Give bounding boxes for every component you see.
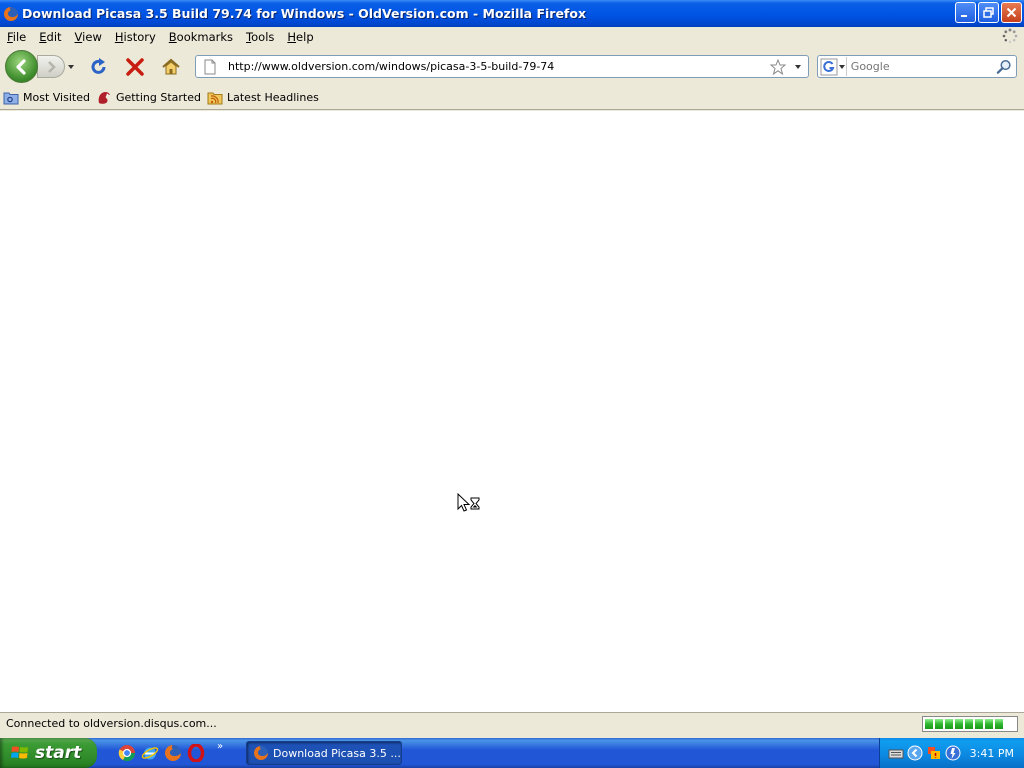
taskbar-window-firefox[interactable]: Download Picasa 3.5 ... (246, 741, 402, 765)
clock: 3:41 PM (969, 746, 1014, 760)
windows-logo-icon (11, 746, 28, 759)
bookmark-latest-headlines[interactable]: Latest Headlines (207, 90, 319, 106)
menu-help[interactable]: Help (280, 30, 319, 44)
menu-view[interactable]: View (68, 30, 108, 44)
system-tray: 3:41 PM (879, 738, 1024, 768)
search-engine-selector[interactable] (820, 57, 847, 76)
progress-segment (995, 719, 1003, 729)
window-title: Download Picasa 3.5 Build 79.74 for Wind… (22, 6, 587, 21)
search-input[interactable] (846, 57, 996, 76)
search-icon[interactable] (996, 58, 1013, 76)
search-bar (817, 55, 1017, 78)
firefox-icon (254, 746, 268, 760)
history-dropdown-icon[interactable] (66, 63, 76, 71)
folder-icon (3, 92, 19, 104)
restore-icon (983, 7, 994, 18)
opera-quicklaunch-icon[interactable] (187, 744, 205, 762)
url-text[interactable]: http://www.oldversion.com/windows/picasa… (228, 60, 770, 73)
forward-button[interactable] (37, 55, 65, 78)
page-content[interactable] (0, 111, 1024, 712)
title-bar: Download Picasa 3.5 Build 79.74 for Wind… (0, 0, 1024, 27)
search-engine-dropdown-icon (839, 64, 845, 69)
firefox-bookmark-icon (98, 91, 110, 104)
bookmark-star-icon[interactable] (770, 58, 786, 75)
progress-meter (922, 716, 1018, 732)
page-icon (204, 59, 216, 74)
throbber-icon (1002, 28, 1018, 44)
close-icon (1006, 7, 1017, 18)
progress-segment (955, 719, 963, 729)
url-dropdown-icon[interactable] (794, 63, 802, 71)
progress-segment (975, 719, 983, 729)
menu-bookmarks[interactable]: Bookmarks (162, 30, 239, 44)
progress-segment (985, 719, 993, 729)
start-label: start (35, 743, 82, 763)
menu-history[interactable]: History (108, 30, 162, 44)
busy-cursor-icon (457, 493, 480, 512)
reload-button[interactable] (88, 56, 110, 78)
progress-segment (965, 719, 973, 729)
progress-fill (925, 719, 1003, 729)
menu-file[interactable]: File (0, 30, 32, 44)
update-tray-icon[interactable] (945, 745, 961, 761)
keyboard-tray-icon[interactable] (888, 745, 904, 761)
security-alert-tray-icon[interactable] (926, 745, 942, 761)
tray-expand-icon[interactable] (907, 745, 923, 761)
status-text: Connected to oldversion.disqus.com... (6, 717, 217, 730)
taskbar-window-label: Download Picasa 3.5 ... (273, 746, 401, 760)
menu-tools[interactable]: Tools (239, 30, 280, 44)
start-button[interactable]: start (0, 738, 97, 768)
menu-edit[interactable]: Edit (32, 30, 67, 44)
home-button[interactable] (160, 56, 182, 78)
restore-button[interactable] (978, 2, 999, 23)
google-icon (820, 58, 838, 75)
firefox-quicklaunch-icon[interactable] (164, 744, 182, 762)
url-bar[interactable]: http://www.oldversion.com/windows/picasa… (195, 55, 809, 78)
minimize-button[interactable] (955, 2, 976, 23)
forward-arrow-icon (48, 60, 56, 73)
back-button[interactable] (5, 50, 38, 83)
chrome-quicklaunch-icon[interactable] (118, 744, 136, 762)
progress-segment (945, 719, 953, 729)
home-icon (162, 58, 180, 75)
quicklaunch-more-button[interactable]: » (217, 741, 223, 752)
internet-explorer-quicklaunch-icon[interactable] (141, 744, 159, 762)
firefox-icon (4, 6, 18, 21)
bookmarks-toolbar: Most Visited Getting Started Latest Head… (0, 86, 1024, 110)
back-arrow-icon (15, 58, 26, 75)
progress-segment (925, 719, 933, 729)
minimize-icon (961, 15, 967, 17)
rss-feed-icon (207, 92, 223, 104)
reload-icon (91, 58, 106, 74)
menu-bar: File Edit View History Bookmarks Tools H… (0, 27, 1024, 46)
stop-button[interactable] (124, 56, 146, 78)
stop-icon (126, 58, 144, 76)
status-bar: Connected to oldversion.disqus.com... (0, 712, 1024, 734)
close-button[interactable] (1001, 2, 1022, 23)
bookmark-getting-started[interactable]: Getting Started (96, 90, 201, 106)
bookmark-most-visited[interactable]: Most Visited (3, 90, 90, 106)
progress-segment (935, 719, 943, 729)
